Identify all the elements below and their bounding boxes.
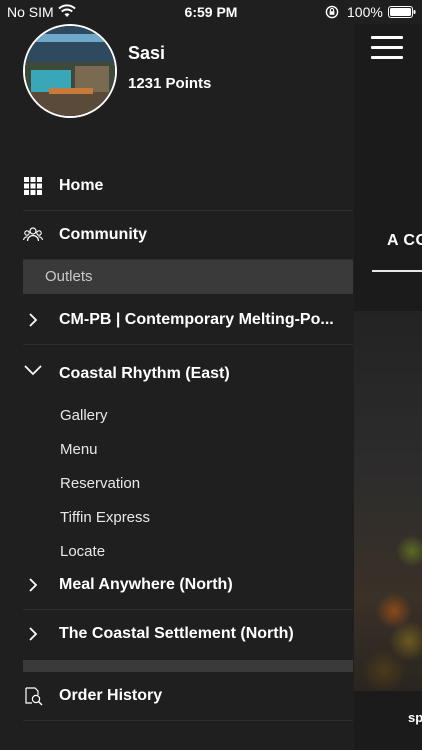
hamburger-icon-line xyxy=(371,46,403,49)
sub-item-menu[interactable]: Menu xyxy=(60,441,98,458)
outlet-item-coastal-settlement[interactable]: The Coastal Settlement (North) xyxy=(23,610,353,658)
nav-item-home[interactable]: Home xyxy=(23,162,353,211)
sub-item-reservation[interactable]: Reservation xyxy=(60,475,140,492)
outlet-item-cm-pb[interactable]: CM-PB | Contemporary Melting-Po... xyxy=(23,296,353,345)
nav-label-community: Community xyxy=(59,226,147,243)
banner-image xyxy=(354,311,422,691)
chevron-right-icon xyxy=(29,627,38,641)
chevron-right-icon xyxy=(29,313,38,327)
avatar-photo xyxy=(25,26,115,116)
status-bar: No SIM 6:59 PM 100% xyxy=(0,0,422,24)
side-drawer: Sasi 1231 Points Home Community Outlets … xyxy=(0,24,354,750)
chevron-right-icon xyxy=(29,578,38,592)
hamburger-icon-line xyxy=(371,56,403,59)
nav-item-order-history[interactable]: Order History xyxy=(23,672,353,721)
sub-item-locate[interactable]: Locate xyxy=(60,543,105,560)
outlet-label-cm-pb: CM-PB | Contemporary Melting-Po... xyxy=(59,311,334,328)
chevron-down-icon xyxy=(24,365,42,376)
outlet-item-coastal-rhythm[interactable]: Coastal Rhythm (East) xyxy=(23,350,353,398)
orientation-lock-icon xyxy=(325,5,339,19)
title-underline xyxy=(372,270,422,272)
main-content: A CO sp xyxy=(354,24,422,750)
outlet-label-coastal-rhythm: Coastal Rhythm (East) xyxy=(59,365,230,382)
receipt-search-icon xyxy=(25,687,43,706)
battery-percent: 100% xyxy=(347,4,383,20)
user-points: 1231 Points xyxy=(128,75,212,92)
nav-item-community[interactable]: Community xyxy=(23,211,353,260)
grid-icon xyxy=(24,177,42,195)
outlets-section-header: Outlets xyxy=(23,260,353,294)
nav-label-home: Home xyxy=(59,177,104,194)
avatar[interactable] xyxy=(23,24,117,118)
outlet-label-coastal-settlement: The Coastal Settlement (North) xyxy=(59,625,294,642)
hamburger-icon xyxy=(371,36,403,39)
outlet-item-meal-anywhere[interactable]: Meal Anywhere (North) xyxy=(23,561,353,610)
outlets-label: Outlets xyxy=(45,268,93,285)
nav-label-order-history: Order History xyxy=(59,687,163,704)
outlets-section-footer xyxy=(23,660,353,672)
outlet-label-meal-anywhere: Meal Anywhere (North) xyxy=(59,576,233,593)
battery-icon xyxy=(388,6,416,18)
sub-item-tiffin-express[interactable]: Tiffin Express xyxy=(60,509,150,526)
hamburger-menu-button[interactable] xyxy=(371,36,405,62)
people-icon xyxy=(23,227,43,242)
content-title: A CO xyxy=(387,232,422,249)
user-name: Sasi xyxy=(128,43,166,63)
sub-item-gallery[interactable]: Gallery xyxy=(60,407,108,424)
content-caption: sp xyxy=(408,710,422,725)
